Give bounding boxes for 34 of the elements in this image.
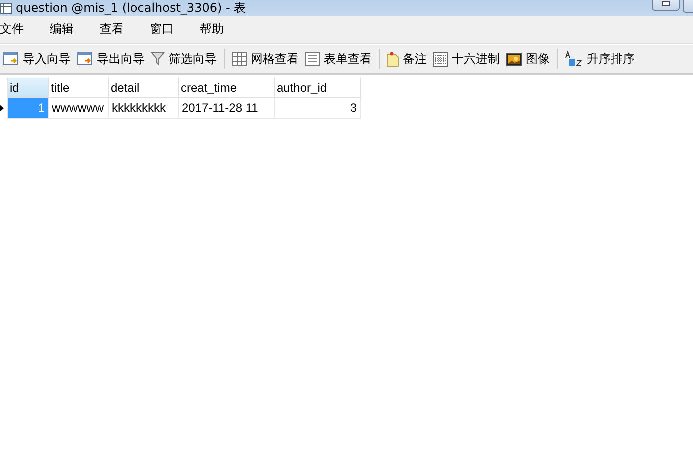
- toolbar-button[interactable]: 表单查看: [302, 50, 375, 68]
- toolbar-button[interactable]: 十六进制: [430, 50, 503, 68]
- toolbar-button[interactable]: 筛选向导: [148, 50, 220, 68]
- funnel-icon: [151, 52, 165, 66]
- toolbar-button[interactable]: 备注: [384, 50, 430, 68]
- toolbar-button[interactable]: 网格查看: [229, 50, 302, 68]
- table-cell: kkkkkkkkk: [109, 98, 179, 119]
- note-icon: [387, 52, 399, 66]
- minimize-button[interactable]: [652, 0, 680, 11]
- column-header[interactable]: id: [8, 78, 49, 98]
- table-cell: 1: [8, 98, 49, 119]
- menu-item[interactable]: 查看: [100, 21, 150, 38]
- window-title: question @mis_1 (localhost_3306) - 表: [16, 0, 246, 16]
- table-cell: 2017-11-28 11: [179, 98, 275, 119]
- toolbar-button[interactable]: 图像: [503, 50, 553, 68]
- grid-icon: [232, 52, 247, 66]
- menu-item[interactable]: 帮助: [200, 21, 250, 38]
- toolbar-button[interactable]: 导入向导: [0, 50, 74, 68]
- column-header[interactable]: creat_time: [179, 78, 275, 98]
- toolbar-button[interactable]: 导出向导: [74, 50, 148, 68]
- sort-ascending-icon: [565, 51, 583, 67]
- table-cell: wwwwww: [49, 98, 109, 119]
- menu-item[interactable]: 编辑: [50, 21, 100, 38]
- image-icon: [506, 52, 522, 66]
- table-cell: 3: [275, 98, 361, 119]
- column-header[interactable]: detail: [109, 78, 179, 98]
- column-header[interactable]: title: [49, 78, 109, 98]
- menu-item[interactable]: 窗口: [150, 21, 200, 38]
- table-icon: [0, 2, 12, 14]
- column-header[interactable]: author_id: [275, 78, 361, 98]
- form-icon: [305, 52, 320, 66]
- menu-item[interactable]: 文件: [0, 21, 50, 38]
- hex-grid-icon: [433, 52, 448, 66]
- toolbar-button[interactable]: 升序排序: [562, 50, 638, 68]
